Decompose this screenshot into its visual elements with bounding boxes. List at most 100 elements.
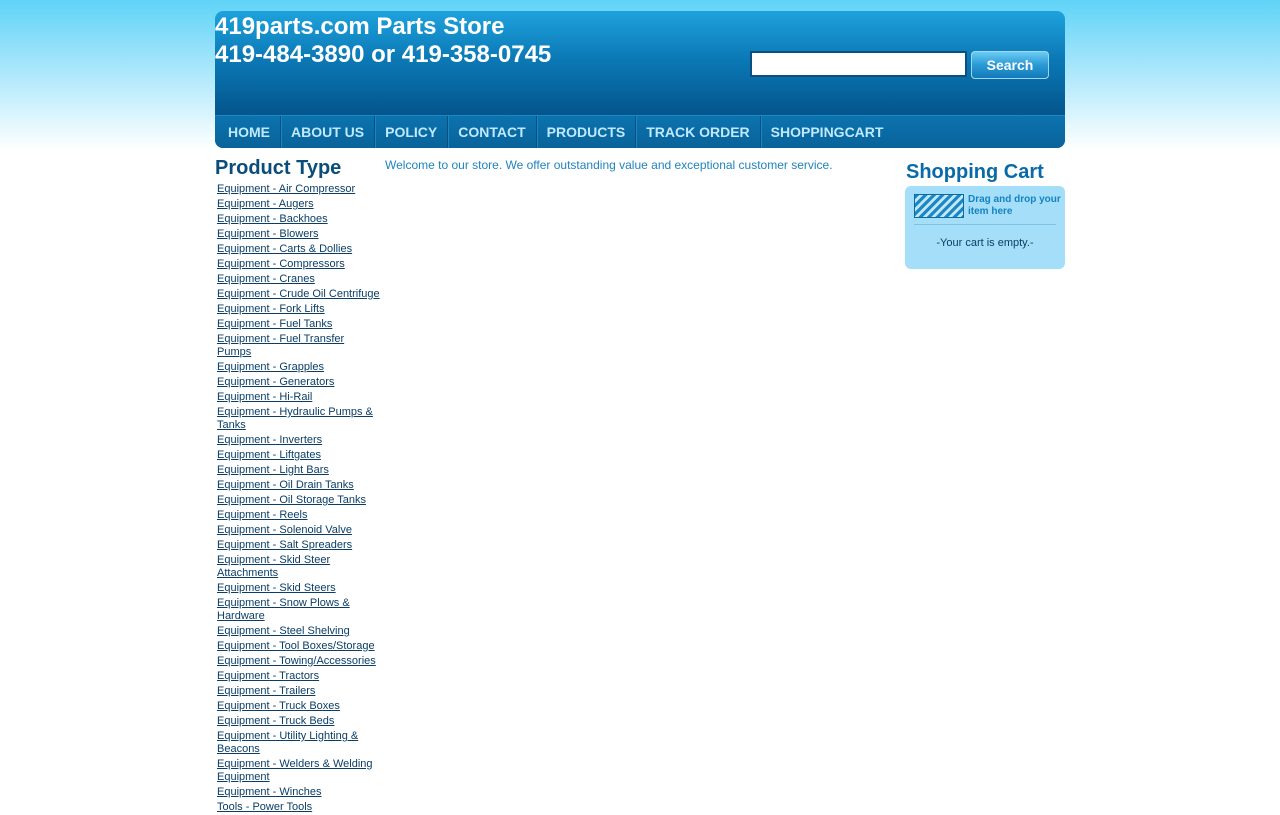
site-title-phone: 419-484-3890 or 419-358-0745 <box>215 41 552 68</box>
product-type-link[interactable]: Equipment - Cranes <box>217 273 315 285</box>
list-item: Tools - Power Tools <box>217 800 380 813</box>
product-type-link[interactable]: Equipment - Welders & Welding Equipment <box>217 758 373 783</box>
product-type-link[interactable]: Equipment - Reels <box>217 509 308 521</box>
welcome-message: Welcome to our store. We offer outstandi… <box>385 158 833 172</box>
list-item: Equipment - Winches <box>217 785 380 798</box>
list-item: Equipment - Reels <box>217 508 380 521</box>
product-type-link[interactable]: Equipment - Augers <box>217 198 314 210</box>
product-type-link[interactable]: Equipment - Oil Storage Tanks <box>217 494 366 506</box>
product-type-link[interactable]: Equipment - Fork Lifts <box>217 303 325 315</box>
drop-zone-text: Drag and drop your item here <box>968 194 1061 217</box>
product-type-link[interactable]: Tools - Power Tools <box>217 801 312 813</box>
shopping-cart-title: Shopping Cart <box>906 161 1044 183</box>
main-nav: HOME ABOUT US POLICY CONTACT PRODUCTS TRACK O… <box>215 115 1065 148</box>
product-type-link[interactable]: Equipment - Compressors <box>217 258 345 270</box>
site-header: 419parts.com Parts Store 419-484-3890 or… <box>215 11 1065 148</box>
list-item: Equipment - Generators <box>217 375 380 388</box>
product-type-link[interactable]: Equipment - Truck Boxes <box>217 700 340 712</box>
product-type-sidebar: Product Type Equipment - Air Compressor E… <box>215 156 380 815</box>
list-item: Equipment - Fork Lifts <box>217 302 380 315</box>
list-item: Equipment - Carts & Dollies <box>217 242 380 255</box>
list-item: Equipment - Blowers <box>217 227 380 240</box>
list-item: Equipment - Steel Shelving <box>217 624 380 637</box>
product-type-link[interactable]: Equipment - Oil Drain Tanks <box>217 479 354 491</box>
product-type-link[interactable]: Equipment - Winches <box>217 786 322 798</box>
cart-divider <box>914 224 1056 225</box>
cart-empty-message: -Your cart is empty.- <box>936 237 1034 249</box>
list-item: Equipment - Skid Steers <box>217 581 380 594</box>
search-input[interactable] <box>750 51 967 77</box>
list-item: Equipment - Solenoid Valve <box>217 523 380 536</box>
nav-contact[interactable]: CONTACT <box>448 116 537 148</box>
product-type-link[interactable]: Equipment - Towing/Accessories <box>217 655 376 667</box>
product-type-link[interactable]: Equipment - Carts & Dollies <box>217 243 352 255</box>
list-item: Equipment - Hi-Rail <box>217 390 380 403</box>
product-type-link[interactable]: Equipment - Solenoid Valve <box>217 524 352 536</box>
product-type-link[interactable]: Equipment - Air Compressor <box>217 183 355 195</box>
list-item: Equipment - Trailers <box>217 684 380 697</box>
product-type-link[interactable]: Equipment - Inverters <box>217 434 322 446</box>
product-type-link[interactable]: Equipment - Tractors <box>217 670 319 682</box>
list-item: Equipment - Utility Lighting & Beacons <box>217 729 380 755</box>
list-item: Equipment - Crude Oil Centrifuge <box>217 287 380 300</box>
product-type-link[interactable]: Equipment - Snow Plows & Hardware <box>217 597 350 622</box>
list-item: Equipment - Oil Storage Tanks <box>217 493 380 506</box>
nav-products[interactable]: PRODUCTS <box>537 116 637 148</box>
list-item: Equipment - Towing/Accessories <box>217 654 380 667</box>
list-item: Equipment - Truck Beds <box>217 714 380 727</box>
list-item: Equipment - Cranes <box>217 272 380 285</box>
product-type-title: Product Type <box>215 157 342 179</box>
product-type-link[interactable]: Equipment - Tool Boxes/Storage <box>217 640 375 652</box>
product-type-link[interactable]: Equipment - Trailers <box>217 685 315 697</box>
list-item: Equipment - Welders & Welding Equipment <box>217 757 380 783</box>
list-item: Equipment - Backhoes <box>217 212 380 225</box>
product-type-link[interactable]: Equipment - Light Bars <box>217 464 329 476</box>
nav-shoppingcart[interactable]: SHOPPINGCART <box>761 116 894 148</box>
page-wrapper: 419parts.com Parts Store 419-484-3890 or… <box>215 11 1065 813</box>
product-type-link[interactable]: Equipment - Hydraulic Pumps & Tanks <box>217 406 373 431</box>
list-item: Equipment - Truck Boxes <box>217 699 380 712</box>
list-item: Equipment - Air Compressor <box>217 182 380 195</box>
list-item: Equipment - Skid Steer Attachments <box>217 553 380 579</box>
product-type-link[interactable]: Equipment - Grapples <box>217 361 324 373</box>
nav-about-us[interactable]: ABOUT US <box>281 116 376 148</box>
list-item: Equipment - Oil Drain Tanks <box>217 478 380 491</box>
site-title-name: 419parts.com Parts Store <box>215 13 505 40</box>
list-item: Equipment - Fuel Tanks <box>217 317 380 330</box>
product-type-link[interactable]: Equipment - Backhoes <box>217 213 328 225</box>
product-type-link[interactable]: Equipment - Fuel Tanks <box>217 318 332 330</box>
nav-track-order[interactable]: TRACK ORDER <box>636 116 761 148</box>
search-button[interactable]: Search <box>971 51 1049 79</box>
product-type-link[interactable]: Equipment - Liftgates <box>217 449 321 461</box>
list-item: Equipment - Snow Plows & Hardware <box>217 596 380 622</box>
list-item: Equipment - Light Bars <box>217 463 380 476</box>
product-type-link[interactable]: Equipment - Truck Beds <box>217 715 334 727</box>
list-item: Equipment - Compressors <box>217 257 380 270</box>
product-type-link[interactable]: Equipment - Generators <box>217 376 334 388</box>
product-type-link[interactable]: Equipment - Salt Spreaders <box>217 539 352 551</box>
product-type-link[interactable]: Equipment - Steel Shelving <box>217 625 350 637</box>
list-item: Equipment - Tool Boxes/Storage <box>217 639 380 652</box>
list-item: Equipment - Tractors <box>217 669 380 682</box>
drop-zone-icon <box>914 194 964 218</box>
product-type-list: Equipment - Air Compressor Equipment - Au… <box>215 182 380 813</box>
product-type-link[interactable]: Equipment - Skid Steer Attachments <box>217 554 330 579</box>
list-item: Equipment - Fuel Transfer Pumps <box>217 332 380 358</box>
list-item: Equipment - Grapples <box>217 360 380 373</box>
list-item: Equipment - Inverters <box>217 433 380 446</box>
shopping-cart-panel: Shopping Cart Drag and drop your item he… <box>905 160 1065 269</box>
product-type-link[interactable]: Equipment - Utility Lighting & Beacons <box>217 730 358 755</box>
product-type-link[interactable]: Equipment - Hi-Rail <box>217 391 312 403</box>
nav-home[interactable]: HOME <box>215 116 281 148</box>
list-item: Equipment - Augers <box>217 197 380 210</box>
list-item: Equipment - Hydraulic Pumps & Tanks <box>217 405 380 431</box>
list-item: Equipment - Salt Spreaders <box>217 538 380 551</box>
shopping-cart-box[interactable]: Drag and drop your item here -Your cart … <box>905 186 1065 269</box>
product-type-link[interactable]: Equipment - Skid Steers <box>217 582 336 594</box>
product-type-link[interactable]: Equipment - Blowers <box>217 228 319 240</box>
site-title: 419parts.com Parts Store 419-484-3890 or… <box>215 13 551 69</box>
list-item: Equipment - Liftgates <box>217 448 380 461</box>
product-type-link[interactable]: Equipment - Fuel Transfer Pumps <box>217 333 344 358</box>
nav-policy[interactable]: POLICY <box>375 116 449 148</box>
product-type-link[interactable]: Equipment - Crude Oil Centrifuge <box>217 288 380 300</box>
